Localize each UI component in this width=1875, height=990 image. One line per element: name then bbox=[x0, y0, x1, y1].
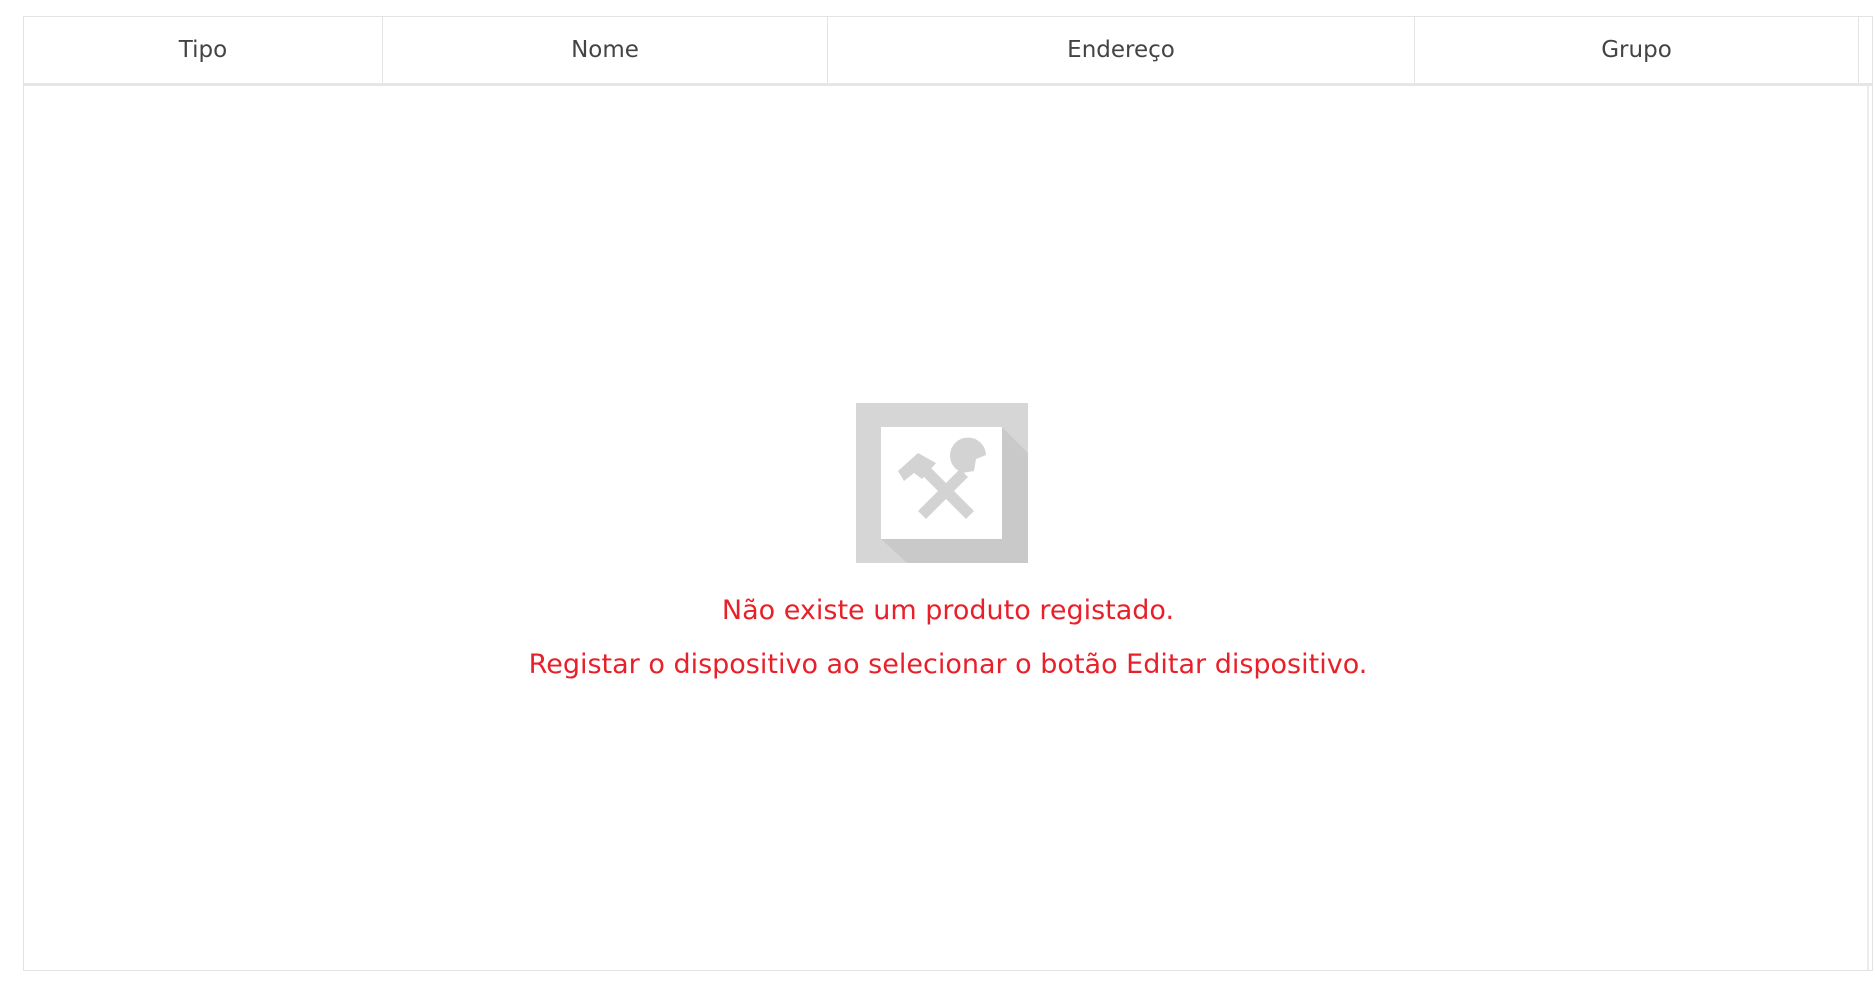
empty-state: Não existe um produto registado. Regista… bbox=[24, 86, 1872, 970]
table-body: Não existe um produto registado. Regista… bbox=[24, 86, 1872, 970]
scrollbar-track[interactable] bbox=[1867, 86, 1869, 970]
column-header-grupo[interactable]: Grupo bbox=[1415, 17, 1859, 83]
column-header-tipo[interactable]: Tipo bbox=[24, 17, 383, 83]
empty-message-line2: Registar o dispositivo ao selecionar o b… bbox=[528, 649, 1368, 680]
empty-message-line1: Não existe um produto registado. bbox=[721, 595, 1175, 626]
device-table: Tipo Nome Endereço Grupo Não existe um p… bbox=[23, 16, 1873, 971]
tools-icon bbox=[856, 403, 1028, 563]
table-header: Tipo Nome Endereço Grupo bbox=[24, 17, 1872, 86]
column-header-nome[interactable]: Nome bbox=[383, 17, 828, 83]
header-scroll-spacer bbox=[1859, 17, 1872, 83]
column-header-endereco[interactable]: Endereço bbox=[828, 17, 1415, 83]
